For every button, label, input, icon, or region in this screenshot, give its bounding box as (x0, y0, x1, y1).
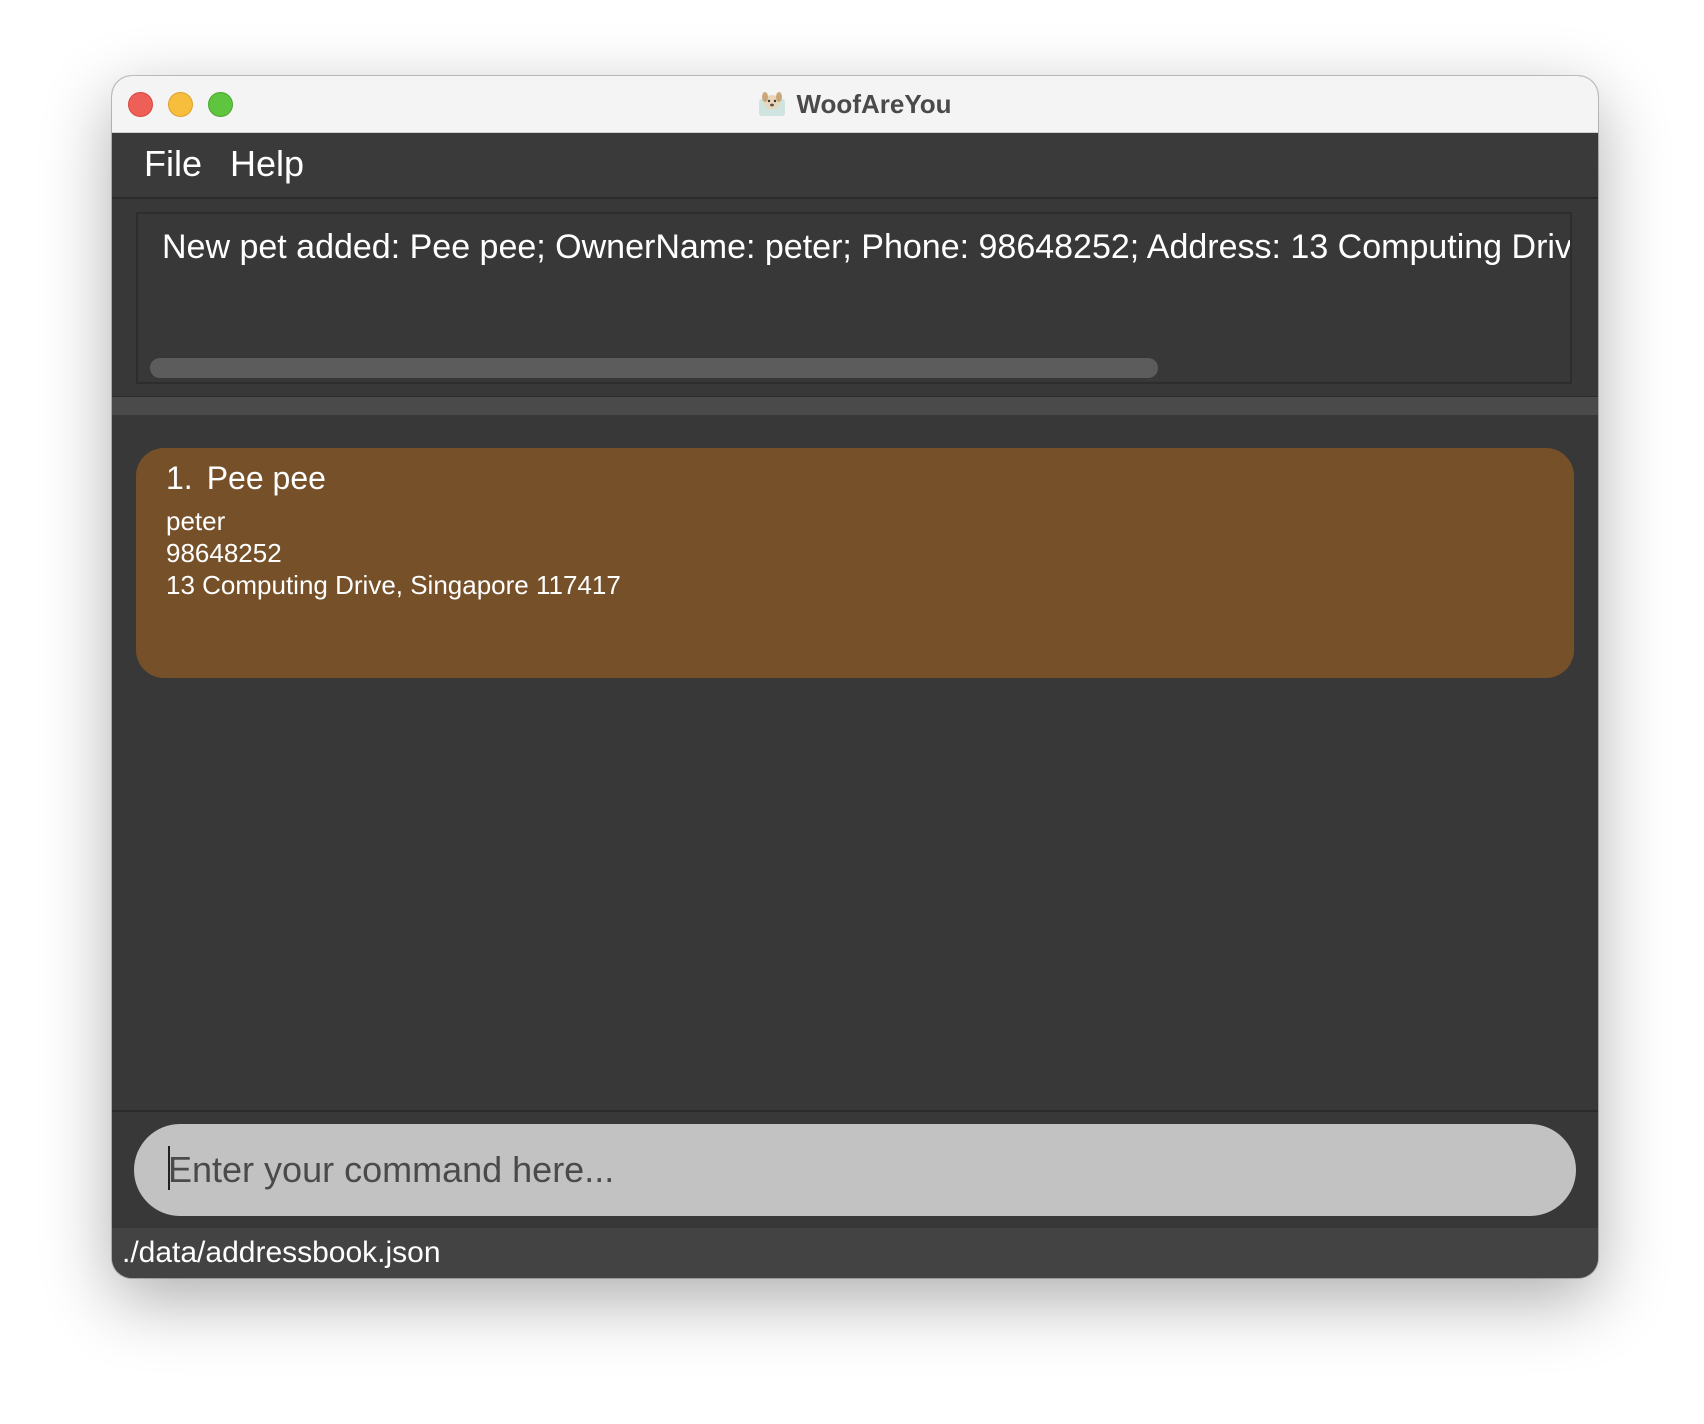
text-caret (168, 1146, 170, 1190)
result-message: New pet added: Pee pee; OwnerName: peter… (162, 228, 1572, 266)
menu-help[interactable]: Help (230, 143, 304, 185)
save-file-path: ./data/addressbook.json (122, 1236, 441, 1269)
app-window: WoofAreYou File Help New pet added: Pee … (112, 76, 1598, 1278)
command-input[interactable] (134, 1124, 1576, 1216)
window-title: WoofAreYou (796, 88, 952, 119)
status-bar: ./data/addressbook.json (112, 1228, 1598, 1278)
pane-divider[interactable] (112, 396, 1598, 416)
pet-name-line: 1. Pee pee (166, 460, 326, 497)
menu-file[interactable]: File (144, 143, 202, 185)
pet-index: 1. (166, 460, 193, 496)
dog-app-icon (758, 91, 786, 117)
pet-name: Pee pee (206, 460, 326, 496)
pet-phone: 98648252 (166, 538, 282, 568)
pet-address: 13 Computing Drive, Singapore 117417 (166, 570, 621, 600)
horizontal-scrollbar[interactable] (150, 358, 1158, 378)
pet-card[interactable]: 1. Pee pee peter 98648252 13 Computing Dr… (136, 448, 1574, 678)
result-display[interactable]: New pet added: Pee pee; OwnerName: peter… (136, 212, 1572, 384)
title-bar[interactable]: WoofAreYou (112, 76, 1598, 133)
menu-bar: File Help (112, 133, 1598, 199)
pet-owner: peter (166, 506, 226, 536)
command-box (112, 1110, 1598, 1230)
title-wrap: WoofAreYou (112, 76, 1598, 132)
pet-list[interactable]: 1. Pee pee peter 98648252 13 Computing Dr… (112, 415, 1598, 1109)
